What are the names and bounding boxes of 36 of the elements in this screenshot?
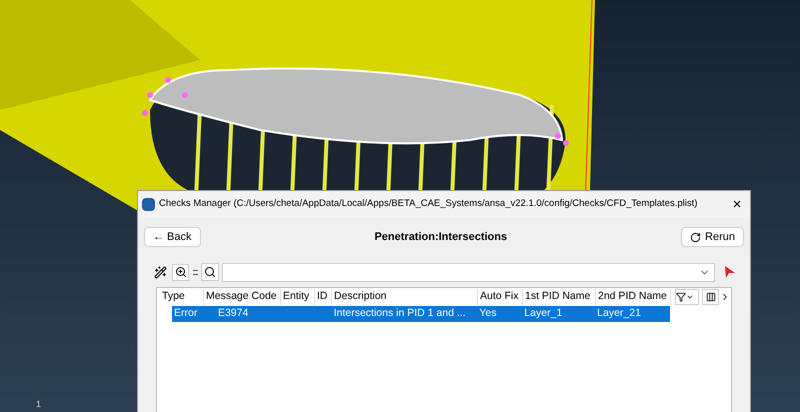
column-header[interactable]: Entity (281, 289, 315, 305)
wand-icon (154, 266, 167, 278)
app-icon (142, 198, 155, 210)
columns-button[interactable] (702, 289, 719, 305)
column-header[interactable]: Message Code (204, 289, 281, 305)
filter-icon (676, 292, 686, 302)
table-cell-text: Layer_21 (596, 306, 642, 322)
search-button[interactable] (201, 263, 219, 281)
zoom-icon (174, 266, 186, 278)
wand-tool-button[interactable] (152, 264, 169, 280)
axis-label: 1 (36, 398, 42, 411)
check-title: Penetration:Intersections (373, 230, 508, 245)
table-row[interactable]: Error E3974 Intersections in PID 1 and ... Yes Layer_1 Layer_21 (172, 306, 670, 322)
search-field[interactable] (222, 262, 715, 282)
filter-button[interactable] (675, 289, 699, 305)
pointer-icon[interactable] (722, 265, 736, 279)
zoom-button[interactable] (172, 264, 189, 280)
columns-icon (706, 292, 716, 302)
column-header[interactable]: Auto Fix (478, 289, 523, 305)
table-cell-text: Layer_1 (523, 306, 564, 322)
caret-icon (686, 293, 694, 301)
refresh-icon (690, 232, 702, 242)
column-header[interactable]: Type (160, 289, 204, 305)
back-button[interactable]: ← Back (144, 227, 201, 247)
close-button[interactable]: × (728, 196, 746, 212)
column-header[interactable]: 1st PID Name (523, 289, 596, 305)
column-header[interactable]: Description (332, 289, 478, 305)
rerun-button[interactable]: Rerun (681, 227, 744, 247)
table-cell-text: Intersections in PID 1 and ... (332, 306, 467, 322)
window-title: Checks Manager (C:/Users/cheta/AppData/Local/Apps/BETA_CAE_Systems/ansa_v22.1.0/config/Checks/CFD_Templates.plist) (159, 196, 698, 211)
search-icon (204, 266, 216, 278)
table-cell-text: Yes (478, 306, 498, 322)
column-header[interactable]: ID (315, 289, 332, 305)
table-cell-text: Error (173, 306, 198, 322)
table-cell-text: E3974 (216, 306, 250, 322)
column-header[interactable]: 2nd PID Name (596, 289, 671, 305)
